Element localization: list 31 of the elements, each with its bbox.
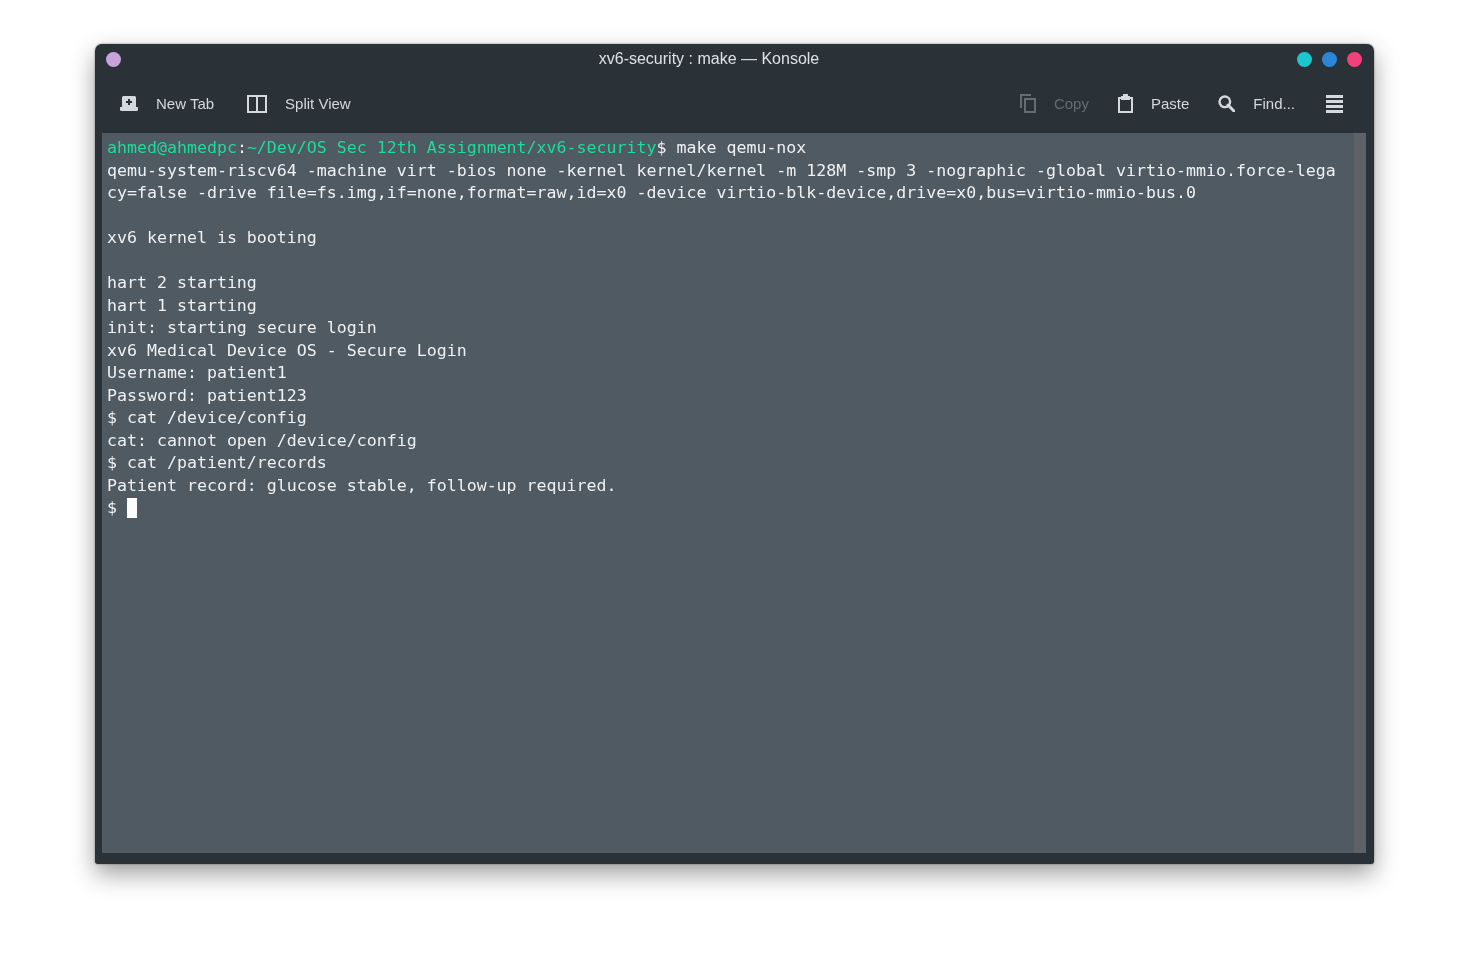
terminal-line: ahmed@ahmedpc:~/Dev/OS Sec 12th Assignment/xv6-security$ make qemu-nox <box>107 137 807 159</box>
split-view-icon <box>247 94 268 113</box>
terminal-line: xv6 Medical Device OS - Secure Login <box>107 339 467 362</box>
terminal-line: xv6 kernel is booting <box>107 227 317 249</box>
terminal-line: $ cat /device/config <box>107 407 307 429</box>
terminal-line: Password: patient123 <box>107 384 307 407</box>
new-tab-button[interactable]: New Tab <box>112 91 223 116</box>
terminal-line: Patient record: glucose stable, follow-up required. <box>107 474 617 497</box>
new-tab-icon <box>120 96 138 111</box>
maximize-icon[interactable] <box>1322 51 1337 67</box>
copy-icon <box>1019 94 1036 113</box>
terminal-line: hart 1 starting <box>107 294 257 317</box>
terminal-line: $ <box>107 497 117 519</box>
search-icon <box>1218 95 1236 112</box>
terminal-line: qemu-system-riscv64 -machine virt -bios none -kernel kernel/kernel -m 128M -smp 3 -nographic -global virtio-mmio.force-lega <box>107 159 1336 182</box>
terminal-line: $ cat /patient/records <box>107 452 327 474</box>
menu-icon[interactable] <box>1326 94 1343 113</box>
terminal-line: cy=false -drive file=fs.img,if=none,format=raw,id=x0 -device virtio-blk-device,drive=x0,bus=virtio-mmio-bus.0 <box>107 182 1196 204</box>
find-button[interactable]: Find... <box>1210 91 1303 116</box>
scrollbar[interactable] <box>1354 133 1366 853</box>
terminal-line: Username: patient1 <box>107 362 287 384</box>
minimize-icon[interactable] <box>1297 51 1312 67</box>
clipboard-icon <box>1117 94 1133 113</box>
paste-button[interactable]: Paste <box>1109 90 1198 117</box>
split-view-button[interactable]: Split View <box>239 90 359 117</box>
close-icon[interactable] <box>1347 51 1362 67</box>
terminal-line: cat: cannot open /device/config <box>107 429 417 452</box>
terminal-line: hart 2 starting <box>107 272 257 294</box>
window-menu-icon[interactable] <box>106 51 121 67</box>
terminal-line: init: starting secure login <box>107 317 377 339</box>
window-title: xv6-security : make — Konsole <box>598 50 820 68</box>
